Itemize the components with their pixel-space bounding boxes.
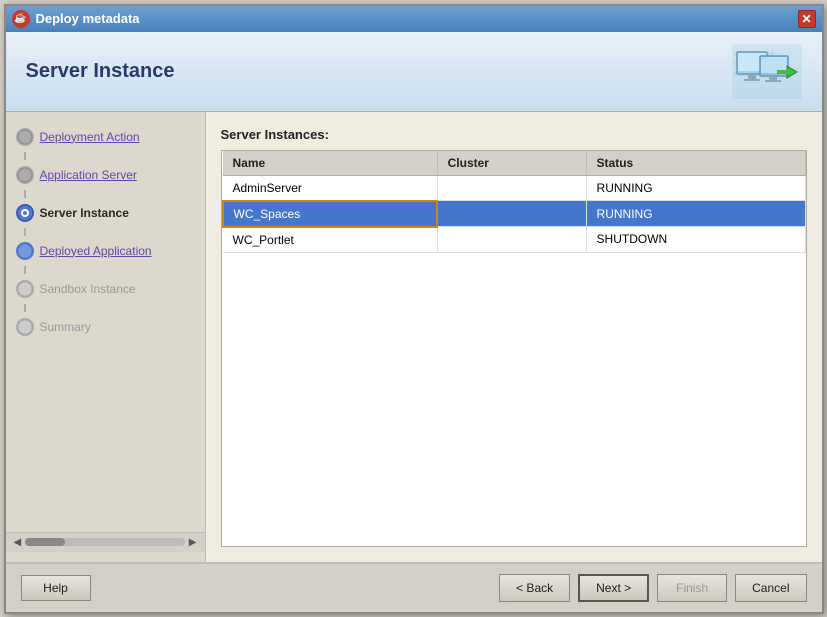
sidebar-item-deployed-application[interactable]: Deployed Application: [6, 236, 205, 266]
bottom-right: < Back Next > Finish Cancel: [499, 574, 806, 602]
sidebar-label-summary: Summary: [40, 320, 91, 334]
col-header-cluster: Cluster: [437, 151, 586, 176]
sidebar-scrollbar: ◀ ▶: [6, 532, 205, 552]
header-panel: Server Instance 01010101010 10101010101 …: [6, 32, 822, 112]
cell-name: AdminServer: [223, 175, 438, 201]
cell-name: WC_Portlet: [223, 227, 438, 253]
sidebar: Deployment Action Application Server: [6, 112, 206, 562]
next-button[interactable]: Next >: [578, 574, 649, 602]
sidebar-item-server-instance[interactable]: Server Instance: [6, 198, 205, 228]
step-icon-sandbox-instance: [16, 280, 34, 298]
header-title: Server Instance: [26, 60, 175, 83]
java-icon: ☕: [12, 10, 30, 28]
finish-button[interactable]: Finish: [657, 574, 727, 602]
cell-status: SHUTDOWN: [586, 227, 805, 253]
cell-cluster: [437, 175, 586, 201]
connector-3: [24, 228, 26, 236]
help-button[interactable]: Help: [21, 575, 91, 601]
cell-status: RUNNING: [586, 175, 805, 201]
cell-cluster-selected: [437, 201, 586, 227]
col-header-status: Status: [586, 151, 805, 176]
connector-2: [24, 190, 26, 198]
cancel-button[interactable]: Cancel: [735, 574, 806, 602]
sidebar-label-deployed-application: Deployed Application: [40, 244, 152, 258]
step-icon-server-instance: [16, 204, 34, 222]
scroll-left-arrow[interactable]: ◀: [14, 537, 22, 548]
col-header-name: Name: [223, 151, 438, 176]
sidebar-label-sandbox-instance: Sandbox Instance: [40, 282, 136, 296]
section-title: Server Instances:: [221, 127, 807, 142]
titlebar-left: ☕ Deploy metadata: [12, 10, 140, 28]
content-area: Server Instances: Name Cluster Status Ad…: [206, 112, 822, 562]
monitor-icon: 01010101010 10101010101 01010101010: [732, 44, 802, 99]
sidebar-label-application-server: Application Server: [40, 168, 137, 182]
connector-1: [24, 152, 26, 160]
table-row[interactable]: WC_Portlet SHUTDOWN: [223, 227, 806, 253]
window-title: Deploy metadata: [36, 11, 140, 26]
close-button[interactable]: ✕: [798, 10, 816, 28]
sidebar-label-deployment-action: Deployment Action: [40, 130, 140, 144]
sidebar-label-server-instance: Server Instance: [40, 206, 129, 220]
scroll-right-arrow[interactable]: ▶: [189, 537, 197, 548]
table-row-selected[interactable]: WC_Spaces RUNNING: [223, 201, 806, 227]
step-icon-deployment-action: [16, 128, 34, 146]
back-button[interactable]: < Back: [499, 574, 570, 602]
sidebar-item-sandbox-instance: Sandbox Instance: [6, 274, 205, 304]
connector-5: [24, 304, 26, 312]
connector-4: [24, 266, 26, 274]
sidebar-item-summary: Summary: [6, 312, 205, 342]
cell-name-selected: WC_Spaces: [223, 201, 438, 227]
server-instances-table: Name Cluster Status AdminServer RUNNING …: [222, 151, 806, 253]
table-header-row: Name Cluster Status: [223, 151, 806, 176]
cell-cluster: [437, 227, 586, 253]
step-icon-application-server: [16, 166, 34, 184]
step-icon-deployed-application: [16, 242, 34, 260]
cell-status-selected: RUNNING: [586, 201, 805, 227]
sidebar-item-application-server[interactable]: Application Server: [6, 160, 205, 190]
sidebar-item-deployment-action[interactable]: Deployment Action: [6, 122, 205, 152]
bottom-left: Help: [21, 575, 91, 601]
table-row[interactable]: AdminServer RUNNING: [223, 175, 806, 201]
server-instances-table-container: Name Cluster Status AdminServer RUNNING …: [221, 150, 807, 547]
titlebar: ☕ Deploy metadata ✕: [6, 6, 822, 32]
main-window: ☕ Deploy metadata ✕ Server Instance 0101…: [4, 4, 824, 614]
main-content: Deployment Action Application Server: [6, 112, 822, 562]
bottom-bar: Help < Back Next > Finish Cancel: [6, 562, 822, 612]
step-icon-summary: [16, 318, 34, 336]
